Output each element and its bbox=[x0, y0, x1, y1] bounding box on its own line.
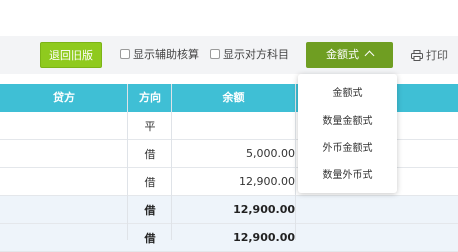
amount-mode-label: 金额式 bbox=[326, 48, 359, 61]
column-header-balance: 余额 bbox=[222, 91, 245, 104]
column-divider bbox=[295, 84, 296, 240]
column-divider bbox=[171, 84, 172, 240]
balance-cell: 12,900.00 bbox=[233, 203, 295, 216]
balance-cell bbox=[172, 112, 295, 139]
direction-cell: 借 bbox=[144, 147, 156, 161]
print-button[interactable]: 打印 bbox=[411, 49, 448, 62]
amount-mode-button[interactable]: 金额式 bbox=[306, 42, 393, 68]
show-opposite-account-label: 显示对方科目 bbox=[223, 48, 289, 61]
print-label: 打印 bbox=[426, 49, 448, 62]
show-opposite-account-checkbox[interactable]: 显示对方科目 bbox=[210, 49, 289, 61]
balance-cell: 5,000.00 bbox=[246, 147, 295, 160]
direction-cell: 借 bbox=[144, 175, 156, 189]
column-header-credit: 贷方 bbox=[53, 91, 75, 104]
mode-option-quantity-foreign[interactable]: 数量外币式 bbox=[298, 162, 397, 190]
direction-cell: 借 bbox=[144, 203, 156, 217]
table-row-subtotal: 借 12,900.00 bbox=[0, 196, 458, 224]
printer-icon bbox=[411, 49, 423, 61]
chevron-up-icon bbox=[364, 50, 375, 61]
direction-cell: 平 bbox=[144, 119, 156, 133]
amount-mode-dropdown: 金额式 数量金额式 外币金额式 数量外币式 bbox=[298, 74, 397, 193]
balance-cell: 12,900.00 bbox=[239, 175, 295, 188]
column-divider bbox=[127, 84, 128, 240]
direction-cell: 借 bbox=[144, 231, 156, 245]
mode-option-quantity-amount[interactable]: 数量金额式 bbox=[298, 108, 397, 136]
column-header-direction: 方向 bbox=[139, 91, 161, 104]
balance-cell: 12,900.00 bbox=[233, 231, 295, 244]
table-row-total: 借 12,900.00 bbox=[0, 224, 458, 252]
show-auxiliary-label: 显示辅助核算 bbox=[133, 48, 199, 61]
checkbox-icon[interactable] bbox=[210, 49, 220, 59]
checkbox-icon[interactable] bbox=[120, 49, 130, 59]
mode-option-foreign-amount[interactable]: 外币金额式 bbox=[298, 135, 397, 163]
mode-option-amount[interactable]: 金额式 bbox=[298, 80, 397, 108]
show-auxiliary-checkbox[interactable]: 显示辅助核算 bbox=[120, 49, 199, 61]
return-old-version-button[interactable]: 退回旧版 bbox=[40, 42, 102, 68]
